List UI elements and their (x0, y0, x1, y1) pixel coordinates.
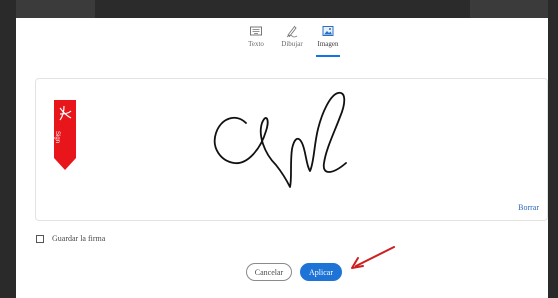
save-signature-checkbox[interactable] (36, 234, 44, 243)
left-window-edge (0, 0, 16, 298)
image-icon (322, 26, 334, 36)
annotation-arrow-icon (351, 246, 395, 269)
apply-button[interactable]: Aplicar (300, 263, 342, 281)
active-tab-indicator (316, 55, 340, 57)
tab-texto-label: Texto (248, 40, 264, 48)
signature-preview-box: Sign Borrar (35, 78, 548, 221)
tab-imagen[interactable]: Imagen (306, 24, 350, 48)
keyboard-icon (250, 26, 262, 36)
tab-dibujar-label: Dibujar (281, 40, 303, 48)
cancel-button[interactable]: Cancelar (246, 263, 292, 281)
top-bar-segment (95, 0, 470, 18)
right-window-edge (548, 0, 558, 298)
window-top-bar (0, 0, 558, 18)
save-signature-option[interactable]: Guardar la firma (36, 234, 105, 243)
clear-signature-link[interactable]: Borrar (518, 203, 539, 212)
save-signature-label: Guardar la firma (52, 234, 106, 243)
ribbon-sign-text: Sign (54, 131, 60, 144)
signature-image (213, 91, 347, 188)
tab-imagen-label: Imagen (317, 40, 339, 48)
pen-draw-icon (286, 25, 298, 38)
signature-dialog: Texto Dibujar Imagen Sign Borrar Guardar (16, 18, 548, 298)
